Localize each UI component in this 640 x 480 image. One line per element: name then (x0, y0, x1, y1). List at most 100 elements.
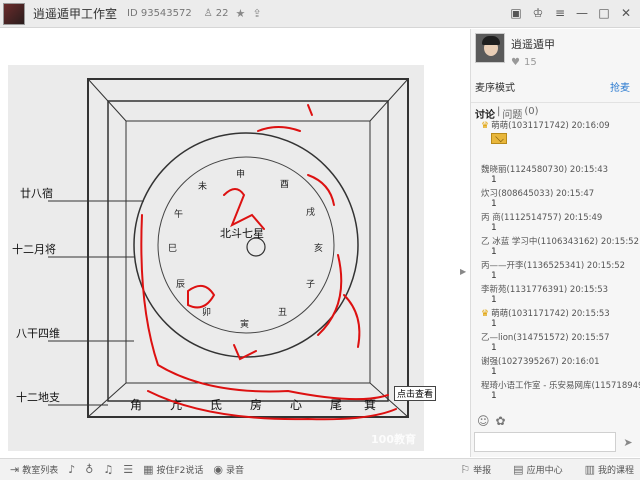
mode-divider (471, 95, 640, 103)
message-header: 乙 冰蓝 学习中(1106343162) 20:15:52 (481, 237, 639, 247)
message-body: 1 (491, 223, 497, 233)
message-header: 萌萌(1031171742) 20:16:09 (491, 121, 610, 131)
record-button[interactable]: ◉ 录音 (213, 463, 244, 476)
mic-button[interactable]: ♁ (85, 463, 93, 476)
bottom-label-3: 房 (250, 397, 262, 412)
list-item: 李新苑(1131776391) 20:15:53 (481, 283, 608, 295)
my-courses-label: 我的课程 (597, 466, 634, 476)
mic-mode-label: 麦序模式 (475, 83, 515, 94)
red-stroke-10 (343, 294, 361, 348)
message-body: 1 (491, 319, 497, 329)
shared-document-image: 廿八宿 十二月将 八干四维 十二地支 角 亢 氐 房 心 尾 箕 北斗七星 申 … (8, 65, 424, 451)
vip-crown-icon: ♛ (481, 309, 490, 319)
message-body: 1 (491, 343, 497, 353)
message-body: 1 (491, 367, 497, 377)
list-item: ♛ 萌萌(1031171742) 20:15:53 (481, 307, 610, 319)
my-courses-button[interactable]: ▥ 我的课程 (585, 463, 634, 476)
emoji-icon[interactable]: ☺ (477, 414, 490, 428)
report-button[interactable]: ⚐ 举报 (460, 463, 491, 476)
list-item: ♛ 萌萌(1031171742) 20:16:09 (481, 119, 610, 131)
ring-mark-5: 卯 (202, 307, 211, 318)
skin-icon[interactable]: ♔ (528, 4, 548, 22)
favorite-star-icon[interactable]: ★ (235, 7, 245, 20)
close-icon[interactable]: ✕ (616, 4, 636, 22)
share-icon[interactable]: ⇪ (252, 7, 261, 20)
list-item: 炊习(808645033) 20:15:47 (481, 187, 594, 199)
message-header: 萌萌(1031171742) 20:15:53 (491, 309, 610, 319)
exit-icon: ⇥ (10, 463, 20, 476)
message-body: 1 (491, 271, 497, 281)
message-body: 1 (491, 199, 497, 209)
teacher-name[interactable]: 逍遥遁甲 (511, 36, 555, 52)
bottom-label-2: 氐 (210, 398, 222, 412)
side-panel: 逍遥遁甲 ♥ 15 麦序模式 抢麦 讨论 | 问题 (0) ♛ 萌萌(103117… (470, 29, 640, 457)
classroom-list-button[interactable]: ⇥ 教室列表 (10, 463, 58, 476)
chat-input-tools: ☺ ✿ (477, 414, 506, 428)
teacher-avatar[interactable] (475, 33, 505, 63)
message-header: 炊习(808645033) 20:15:47 (481, 189, 595, 199)
title-bar: 逍遥遁甲工作室 ID 93543572 ♙ 22 ★ ⇪ ▣ ♔ ≡ — □ ✕ (0, 0, 640, 28)
bottom-label-6: 箕 (364, 398, 376, 412)
ring-mark-11: 酉 (280, 179, 289, 190)
user-count[interactable]: ♙ 22 (204, 8, 229, 19)
message-header: 李新苑(1131776391) 20:15:53 (481, 285, 609, 295)
screen-icon[interactable]: ▣ (506, 4, 526, 22)
ring-mark-8: 子 (306, 279, 315, 290)
settings-button[interactable]: ☰ (123, 463, 133, 476)
ring-mark-1: 未 (198, 180, 207, 192)
whiteboard-stage: 廿八宿 十二月将 八干四维 十二地支 角 亢 氐 房 心 尾 箕 北斗七星 申 … (0, 29, 468, 457)
music-button[interactable]: ♫ (103, 463, 113, 476)
ring-mark-9: 亥 (314, 242, 323, 254)
outer-frame (87, 78, 409, 418)
click-to-view-tip[interactable]: 点击查看 (394, 386, 437, 401)
red-annotations (140, 104, 397, 421)
room-avatar[interactable] (3, 2, 25, 25)
message-header: 谢强(1027395267) 20:16:01 (481, 357, 600, 367)
inner-circle (157, 156, 335, 334)
list-item: 谢强(1027395267) 20:16:01 (481, 355, 600, 367)
label-12-month-generals: 十二月将 (12, 242, 56, 256)
message-body: 1 (491, 175, 497, 185)
window-controls: ▣ ♔ ≡ — □ ✕ (506, 4, 636, 22)
app-center-button[interactable]: ▤ 应用中心 (513, 463, 562, 476)
record-label: 录音 (226, 466, 245, 476)
classroom-list-label: 教室列表 (22, 466, 59, 476)
bottom-toolbar: ⇥ 教室列表 ♪ ♁ ♫ ☰ ▦ 按住F2说话 ◉ 录音 ⚐ 举报 ▤ 应用中心… (0, 458, 640, 480)
app-center-label: 应用中心 (526, 466, 563, 476)
message-body: 1 (491, 391, 497, 401)
book-icon: ▥ (584, 463, 595, 476)
ring-mark-6: 寅 (240, 318, 249, 330)
message-header: 丙 商(1112514757) 20:15:49 (481, 213, 603, 223)
red-stroke-3 (307, 174, 335, 206)
menu-icon[interactable]: ≡ (550, 4, 570, 22)
send-icon[interactable]: ➤ (619, 432, 637, 452)
collapse-arrow-icon[interactable]: ▶ (460, 267, 466, 276)
speaker-button[interactable]: ♪ (68, 463, 75, 476)
microphone-icon: ♁ (85, 463, 94, 476)
message-header: 乙—lion(314751572) 20:15:57 (481, 333, 610, 343)
ring-mark-7: 丑 (278, 307, 287, 318)
red-stroke-6 (257, 126, 301, 132)
flower-icon[interactable]: ✿ (496, 414, 506, 428)
bottom-label-5: 尾 (330, 398, 342, 412)
watermark: 100教育 (371, 433, 416, 446)
label-12-branches: 十二地支 (16, 390, 60, 404)
maximize-icon[interactable]: □ (594, 4, 614, 22)
minimize-icon[interactable]: — (572, 4, 592, 22)
ring-mark-2: 午 (174, 208, 183, 220)
room-id: ID 93543572 (127, 8, 192, 19)
corner-line-tr (369, 78, 409, 122)
like-row[interactable]: ♥ 15 (511, 57, 537, 68)
chat-input[interactable] (474, 432, 616, 452)
grab-mic-link[interactable]: 抢麦 (610, 79, 630, 94)
red-stroke-4 (317, 254, 343, 336)
gift-envelope-icon[interactable] (491, 133, 507, 144)
label-28-mansions: 廿八宿 (20, 186, 53, 200)
push-to-talk-button[interactable]: ▦ 按住F2说话 (143, 463, 203, 476)
corner-line-bl (87, 382, 127, 418)
list-item: 魏晓丽(1124580730) 20:15:43 (481, 163, 608, 175)
report-label: 举报 (473, 466, 492, 476)
bottom-label-0: 角 (130, 398, 142, 412)
app-window: 逍遥遁甲工作室 ID 93543572 ♙ 22 ★ ⇪ ▣ ♔ ≡ — □ ✕ (0, 0, 640, 480)
speaker-icon: ♪ (68, 463, 76, 476)
